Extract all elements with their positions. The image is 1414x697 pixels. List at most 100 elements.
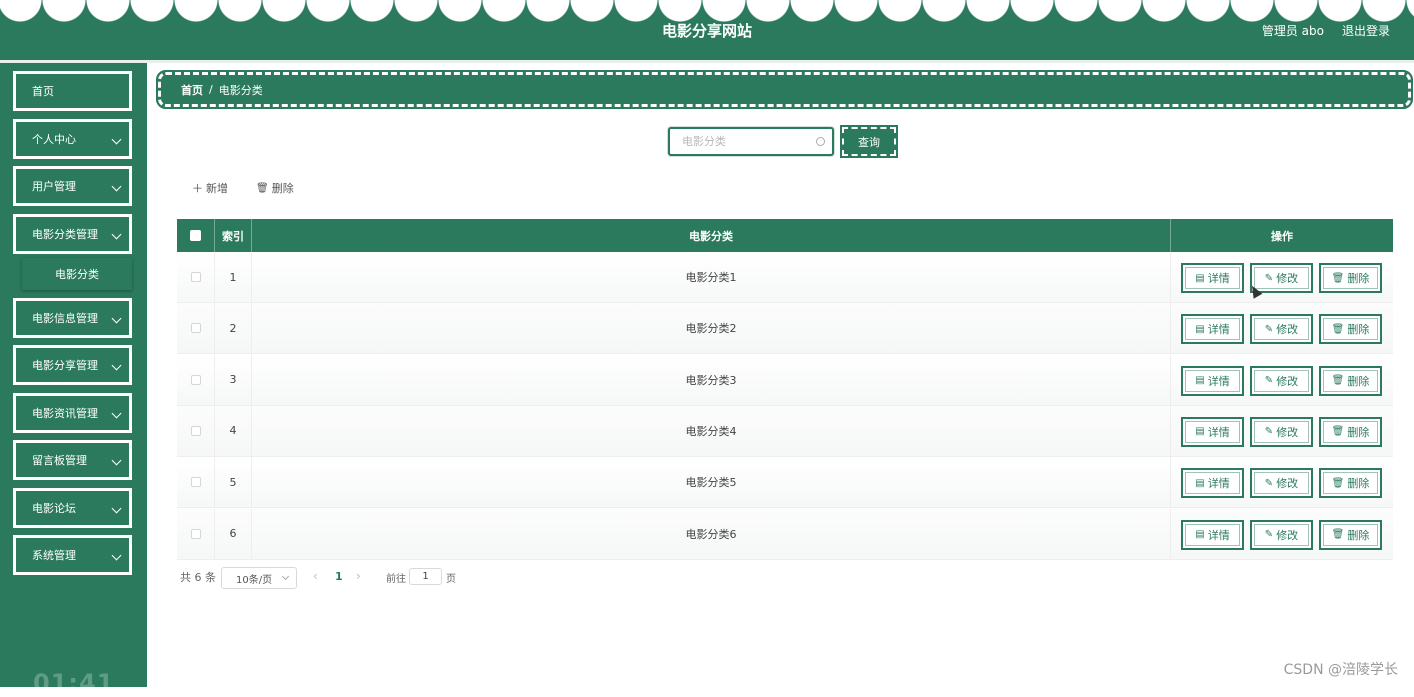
chevron-down-icon bbox=[111, 134, 122, 145]
row-index: 4 bbox=[214, 405, 251, 456]
sidebar-item-movie-share-management[interactable]: 电影分享管理 bbox=[13, 345, 132, 385]
pencil-icon: ✎ bbox=[1264, 477, 1274, 489]
page-number-current[interactable]: 1 bbox=[335, 570, 343, 583]
edit-label: 修改 bbox=[1276, 528, 1299, 542]
chevron-down-icon bbox=[111, 313, 122, 324]
select-all-checkbox[interactable] bbox=[190, 230, 201, 241]
delete-button[interactable]: 🗑 删除 bbox=[1319, 416, 1382, 447]
detail-button[interactable]: ▤ 详情 bbox=[1181, 416, 1244, 447]
delete-button[interactable]: 🗑 删除 bbox=[1319, 365, 1382, 396]
row-checkbox[interactable] bbox=[190, 425, 201, 436]
plus-icon: ＋ bbox=[192, 182, 203, 195]
admin-user-label[interactable]: 管理员 abo bbox=[1262, 22, 1324, 39]
pencil-icon: ✎ bbox=[1264, 529, 1274, 540]
pencil-icon: ✎ bbox=[1264, 323, 1274, 335]
detail-button[interactable]: ▤ 详情 bbox=[1181, 263, 1244, 293]
sidebar-item-movie-info-management[interactable]: 电影信息管理 bbox=[13, 298, 132, 338]
sidebar-item-category-management[interactable]: 电影分类管理 bbox=[13, 214, 132, 254]
row-checkbox-cell bbox=[177, 355, 214, 405]
clock-display: 01:41 bbox=[33, 669, 115, 697]
goto-page-input[interactable] bbox=[409, 568, 442, 585]
row-category-name: 电影分类3 bbox=[251, 354, 1170, 405]
batch-delete-button[interactable]: 🗑 删除 bbox=[256, 179, 294, 197]
row-index: 2 bbox=[214, 303, 251, 354]
edit-button[interactable]: ✎ 修改 bbox=[1250, 416, 1313, 447]
edit-label: 修改 bbox=[1276, 323, 1299, 337]
sidebar-item-system-management[interactable]: 系统管理 bbox=[13, 535, 132, 575]
row-checkbox[interactable] bbox=[190, 477, 201, 488]
trash-icon: 🗑 bbox=[1331, 529, 1345, 540]
detail-label: 详情 bbox=[1207, 528, 1230, 542]
edit-button[interactable]: ✎ 修改 bbox=[1250, 468, 1313, 499]
logout-link[interactable]: 退出登录 bbox=[1342, 22, 1390, 39]
table-row: 1 电影分类1 ▤ 详情 ✎ 修改 🗑 删除 bbox=[177, 252, 1393, 303]
delete-label: 删除 bbox=[1347, 323, 1370, 337]
chevron-down-icon bbox=[111, 550, 122, 561]
sidebar-item-label: 用户管理 bbox=[32, 180, 76, 193]
breadcrumb-home[interactable]: 首页 bbox=[181, 82, 203, 98]
header-checkbox-cell bbox=[177, 219, 214, 252]
chevron-down-icon bbox=[111, 229, 122, 240]
sidebar-item-label: 电影信息管理 bbox=[32, 312, 98, 325]
query-button[interactable]: 查询 bbox=[840, 125, 898, 158]
edit-button[interactable]: ✎ 修改 bbox=[1250, 365, 1313, 396]
search-input[interactable] bbox=[670, 129, 832, 154]
pencil-icon: ✎ bbox=[1264, 375, 1274, 387]
chevron-down-icon bbox=[111, 181, 122, 192]
delete-button[interactable]: 🗑 删除 bbox=[1319, 263, 1382, 293]
document-icon: ▤ bbox=[1195, 323, 1205, 335]
sidebar-subitem-movie-category[interactable]: 电影分类 bbox=[22, 258, 132, 290]
row-checkbox[interactable] bbox=[190, 374, 201, 385]
table-row: 5 电影分类5 ▤ 详情 ✎ 修改 🗑 删除 bbox=[177, 457, 1393, 509]
detail-label: 详情 bbox=[1207, 477, 1230, 491]
detail-label: 详情 bbox=[1207, 272, 1230, 285]
search-field bbox=[668, 127, 834, 156]
delete-button[interactable]: 🗑 删除 bbox=[1319, 314, 1382, 345]
edit-label: 修改 bbox=[1276, 272, 1299, 285]
pencil-icon: ✎ bbox=[1264, 426, 1274, 438]
add-button[interactable]: ＋ 新增 bbox=[192, 179, 228, 197]
edit-label: 修改 bbox=[1276, 425, 1299, 439]
edit-button[interactable]: ✎ 修改 bbox=[1250, 519, 1313, 550]
sidebar-item-movie-news-management[interactable]: 电影资讯管理 bbox=[13, 393, 132, 433]
detail-button[interactable]: ▤ 详情 bbox=[1181, 519, 1244, 550]
next-page-icon[interactable]: › bbox=[356, 569, 361, 583]
row-checkbox[interactable] bbox=[190, 323, 201, 334]
top-header: 电影分享网站 管理员 abo 退出登录 bbox=[0, 0, 1414, 60]
detail-button[interactable]: ▤ 详情 bbox=[1181, 314, 1244, 345]
row-checkbox[interactable] bbox=[190, 528, 201, 539]
prev-page-icon[interactable]: ‹ bbox=[313, 569, 318, 583]
sidebar-item-message-board[interactable]: 留言板管理 bbox=[13, 440, 132, 480]
sidebar-item-label: 电影分享管理 bbox=[32, 359, 98, 372]
edit-label: 修改 bbox=[1276, 477, 1299, 491]
document-icon: ▤ bbox=[1195, 477, 1205, 489]
detail-button[interactable]: ▤ 详情 bbox=[1181, 468, 1244, 499]
sidebar-item-user-management[interactable]: 用户管理 bbox=[13, 166, 132, 206]
row-index: 1 bbox=[214, 252, 251, 302]
page-size-select[interactable]: 10条/页 bbox=[221, 567, 297, 589]
pencil-icon: ✎ bbox=[1264, 272, 1274, 284]
goto-suffix: 页 bbox=[446, 574, 456, 585]
header-category-name: 电影分类 bbox=[251, 219, 1170, 252]
sidebar-item-label: 电影论坛 bbox=[32, 502, 76, 515]
delete-label: 删除 bbox=[1347, 425, 1370, 439]
delete-button[interactable]: 🗑 删除 bbox=[1319, 519, 1382, 550]
sidebar-item-personal-center[interactable]: 个人中心 bbox=[13, 119, 132, 159]
edit-button[interactable]: ✎ 修改 bbox=[1250, 314, 1313, 345]
row-category-name: 电影分类5 bbox=[251, 457, 1170, 508]
sidebar-subitem-label: 电影分类 bbox=[55, 268, 99, 281]
delete-button[interactable]: 🗑 删除 bbox=[1319, 468, 1382, 499]
document-icon: ▤ bbox=[1195, 375, 1205, 387]
watermark: CSDN @涪陵学长 bbox=[1283, 662, 1398, 678]
sidebar-item-home[interactable]: 首页 bbox=[13, 71, 132, 111]
add-button-label: 新增 bbox=[206, 182, 228, 195]
detail-label: 详情 bbox=[1207, 323, 1230, 337]
table-row: 3 电影分类3 ▤ 详情 ✎ 修改 🗑 删除 bbox=[177, 354, 1393, 406]
row-checkbox[interactable] bbox=[190, 272, 201, 282]
chevron-down-icon bbox=[111, 455, 122, 466]
delete-label: 删除 bbox=[1347, 477, 1370, 491]
sidebar-item-movie-forum[interactable]: 电影论坛 bbox=[13, 488, 132, 528]
sidebar-item-label: 系统管理 bbox=[32, 549, 76, 562]
goto-label: 前往 bbox=[386, 574, 406, 585]
detail-button[interactable]: ▤ 详情 bbox=[1181, 365, 1244, 396]
